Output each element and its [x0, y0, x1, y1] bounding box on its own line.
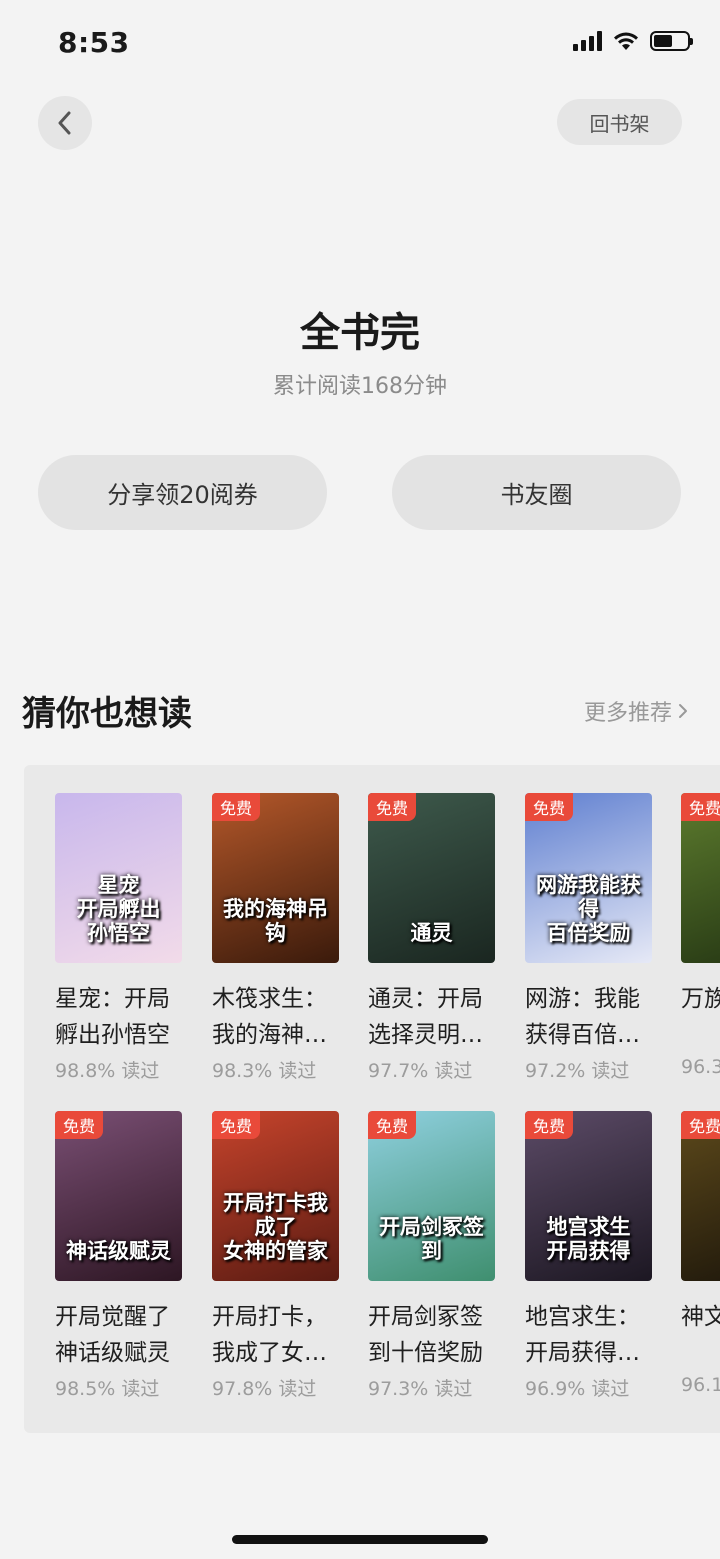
book-title[interactable]: 开局觉醒了神话级赋灵: [55, 1299, 185, 1371]
book-read-rate: 97.3% 读过: [368, 1378, 473, 1400]
book-cover[interactable]: 通灵 免费: [368, 793, 495, 963]
book-item[interactable]: 我的海神吊钩 免费木筏求生：我的海神… 98.3% 读过: [212, 793, 352, 1083]
status-time: 8:53: [58, 26, 130, 59]
free-badge: 免费: [681, 1111, 720, 1139]
book-cover-title: 星宠 开局孵出 孙悟空: [76, 872, 161, 945]
status-icons: [573, 30, 693, 52]
book-read-rate: 96.3: [681, 1056, 720, 1078]
book-title[interactable]: 开局打卡，我成了女…: [212, 1299, 342, 1371]
book-cover-title: 通灵: [410, 920, 453, 945]
more-recommend-link[interactable]: 更多推荐: [584, 695, 688, 727]
book-title[interactable]: 木筏求生：我的海神…: [212, 981, 342, 1053]
free-badge: 免费: [525, 793, 574, 821]
free-badge: 免费: [368, 1111, 417, 1139]
share-coupon-button[interactable]: 分享领20阅券: [38, 455, 327, 530]
book-cover-title: 网游我能获得 百倍奖励: [536, 872, 641, 945]
book-item[interactable]: 从蛇 免费万族从蛇 96.3: [681, 793, 720, 1078]
book-cover-title: 神话级赋灵: [66, 1238, 171, 1263]
book-cover[interactable]: 地宫求生 开局获得 免费: [525, 1111, 652, 1281]
book-title[interactable]: 神文字：: [681, 1299, 720, 1371]
signal-icon: [573, 31, 602, 51]
free-badge: 免费: [368, 793, 417, 821]
book-read-rate: 96.9% 读过: [525, 1378, 630, 1400]
book-read-rate: 97.8% 读过: [212, 1378, 317, 1400]
book-cover[interactable]: 从蛇免费: [681, 793, 720, 963]
book-cover-title: 开局剑冢签到: [379, 1214, 484, 1263]
chevron-left-icon: [58, 111, 71, 135]
free-badge: 免费: [55, 1111, 104, 1139]
back-button[interactable]: [38, 96, 92, 150]
book-item[interactable]: 从 免费神文字： 96.1: [681, 1111, 720, 1396]
book-circle-button[interactable]: 书友圈: [392, 455, 681, 530]
book-title[interactable]: 万族从蛇: [681, 981, 720, 1053]
finish-title: 全书完: [300, 310, 420, 356]
more-recommend-label: 更多推荐: [583, 701, 672, 726]
book-item[interactable]: 神话级赋灵 免费开局觉醒了神话级赋灵 98.5% 读过: [55, 1111, 195, 1401]
book-read-rate: 98.3% 读过: [212, 1060, 317, 1082]
book-cover[interactable]: 网游我能获得 百倍奖励 免费: [525, 793, 652, 963]
book-title[interactable]: 通灵：开局选择灵明…: [368, 981, 498, 1053]
book-read-rate: 97.7% 读过: [368, 1060, 473, 1082]
book-cover-title: 地宫求生 开局获得: [546, 1214, 631, 1263]
book-item[interactable]: 开局打卡我成了 女神的管家 免费开局打卡，我成了女… 97.8% 读过: [212, 1111, 352, 1401]
book-read-rate: 98.8% 读过: [55, 1060, 160, 1082]
free-badge: 免费: [212, 793, 261, 821]
book-cover-title: 我的海神吊钩: [223, 896, 328, 945]
book-cover[interactable]: 开局打卡我成了 女神的管家 免费: [212, 1111, 339, 1281]
book-cover-title: 从: [687, 1239, 720, 1263]
book-cover[interactable]: 我的海神吊钩 免费: [212, 793, 339, 963]
book-item[interactable]: 通灵 免费通灵：开局选择灵明… 97.7% 读过: [368, 793, 508, 1083]
battery-icon: [650, 31, 693, 51]
back-to-shelf-button[interactable]: 回书架: [557, 99, 682, 145]
book-read-rate: 98.5% 读过: [55, 1378, 160, 1400]
home-indicator[interactable]: [232, 1535, 488, 1544]
book-item[interactable]: 网游我能获得 百倍奖励 免费网游：我能获得百倍… 97.2% 读过: [525, 793, 665, 1083]
book-cover[interactable]: 星宠 开局孵出 孙悟空: [55, 793, 182, 963]
recommend-panel: 星宠 开局孵出 孙悟空 星宠：开局孵出孙悟空 98.8% 读过 我的海神吊钩 免费 木筏求生：…: [24, 765, 720, 1433]
book-title[interactable]: 星宠：开局孵出孙悟空: [55, 981, 185, 1053]
chevron-right-icon: [679, 704, 687, 718]
reading-time-text: 累计阅读168分钟: [273, 374, 447, 399]
book-title[interactable]: 开局剑冢签到十倍奖励: [368, 1299, 498, 1371]
book-cover[interactable]: 从免费: [681, 1111, 720, 1281]
book-item[interactable]: 地宫求生 开局获得 免费地宫求生：开局获得… 96.9% 读过: [525, 1111, 665, 1401]
book-cover[interactable]: 开局剑冢签到 免费: [368, 1111, 495, 1281]
recommend-title: 猜你也想读: [22, 694, 192, 734]
book-item[interactable]: 开局剑冢签到 免费开局剑冢签到十倍奖励 97.3% 读过: [368, 1111, 508, 1401]
book-item[interactable]: 星宠 开局孵出 孙悟空 星宠：开局孵出孙悟空 98.8% 读过: [55, 793, 195, 1083]
book-cover-title: 开局打卡我成了 女神的管家: [223, 1190, 328, 1263]
free-badge: 免费: [212, 1111, 261, 1139]
wifi-icon: [614, 32, 638, 50]
free-badge: 免费: [525, 1111, 574, 1139]
book-cover-title: 从蛇: [687, 921, 720, 945]
book-title[interactable]: 地宫求生：开局获得…: [525, 1299, 655, 1371]
book-cover[interactable]: 神话级赋灵 免费: [55, 1111, 182, 1281]
book-title[interactable]: 网游：我能获得百倍…: [525, 981, 655, 1053]
book-read-rate: 96.1: [681, 1374, 720, 1396]
free-badge: 免费: [681, 793, 720, 821]
book-read-rate: 97.2% 读过: [525, 1060, 630, 1082]
